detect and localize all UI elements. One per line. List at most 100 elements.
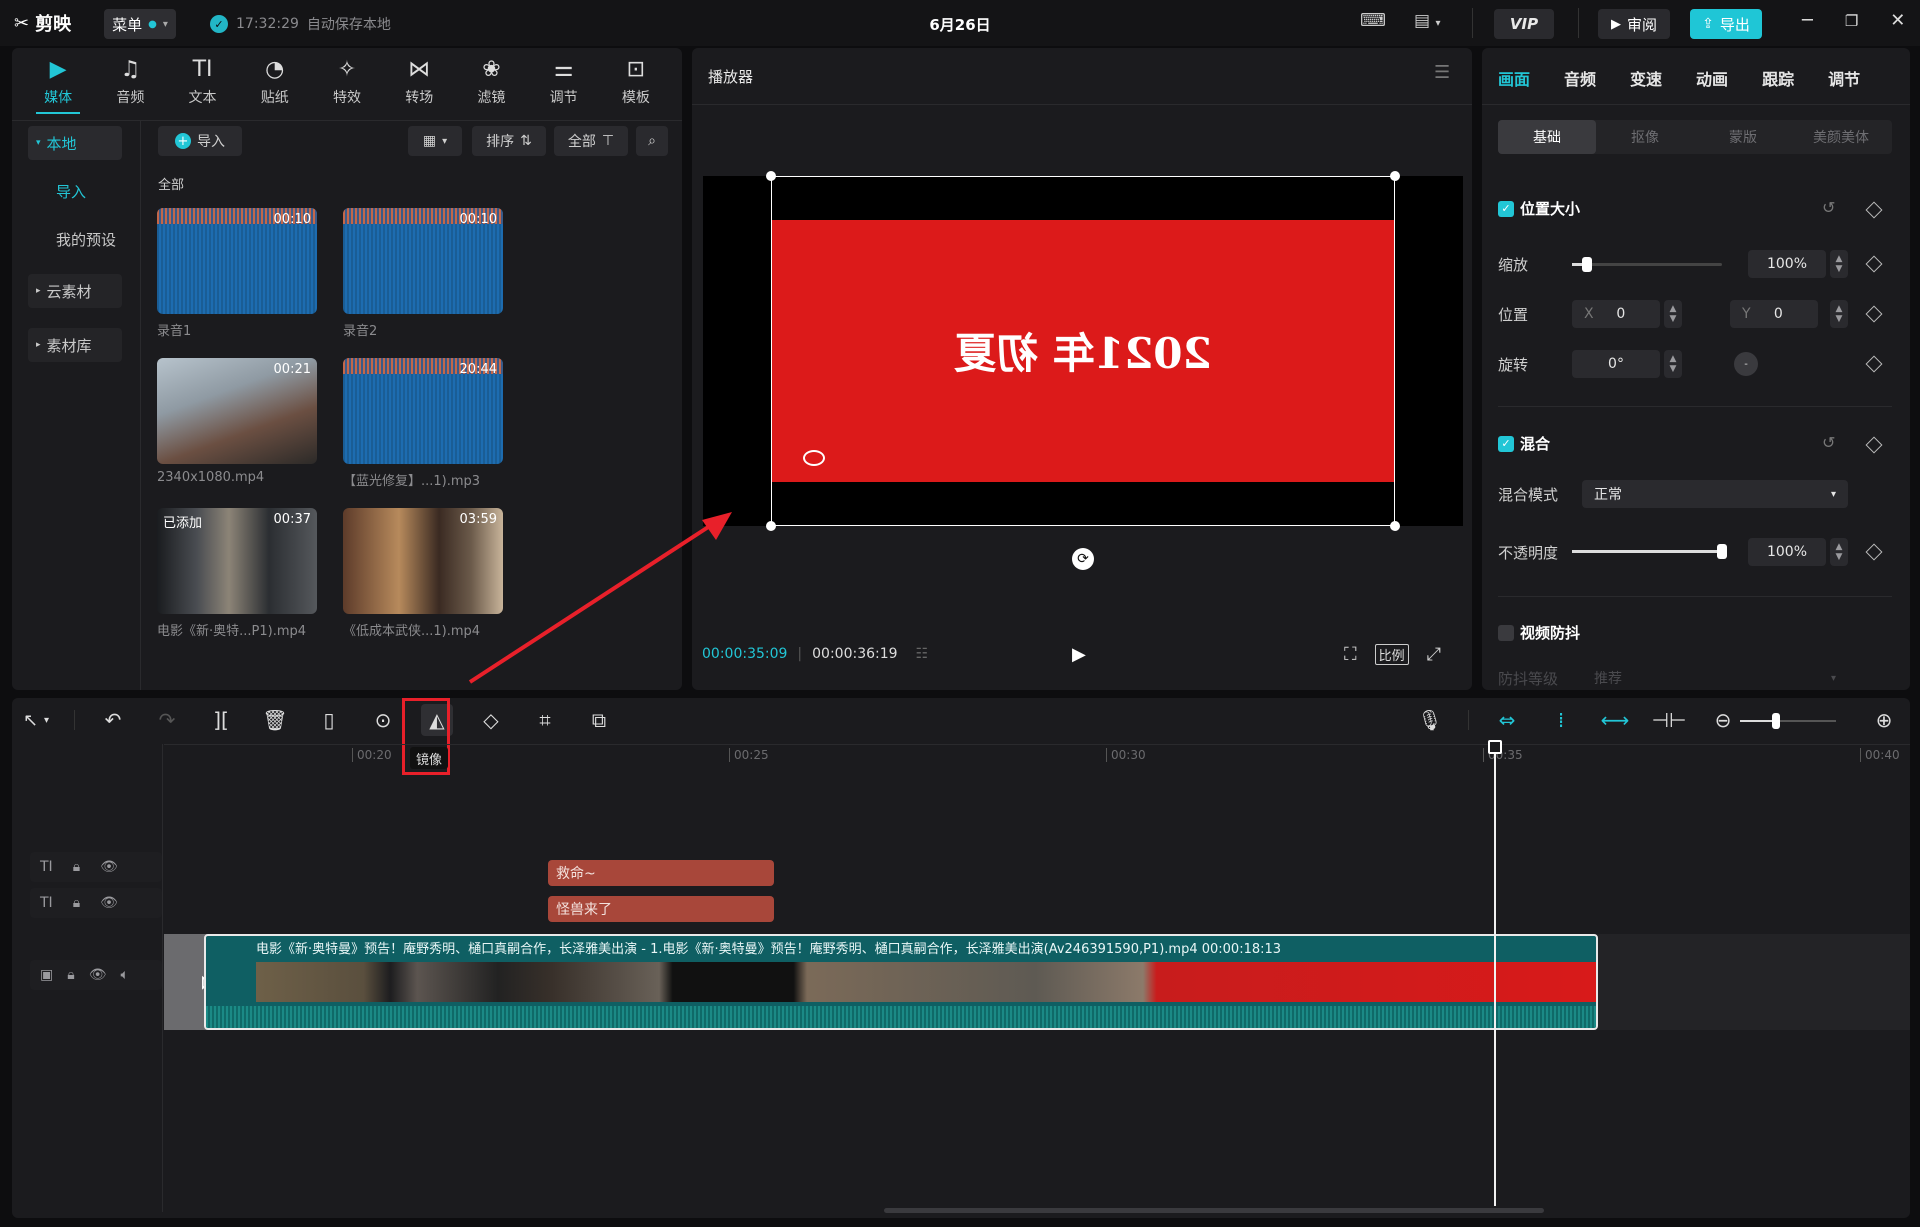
fit-screen-icon[interactable]: ⛶: [1344, 644, 1357, 665]
opacity-slider-knob[interactable]: [1717, 544, 1727, 559]
search-button[interactable]: ⌕: [636, 126, 668, 156]
keyframe-icon[interactable]: [1865, 436, 1883, 454]
lock-icon[interactable]: 🔒︎: [73, 859, 80, 875]
media-item[interactable]: 00:10 录音1: [157, 208, 327, 339]
sub-tab[interactable]: 抠像: [1596, 120, 1694, 154]
text-clip[interactable]: 救命~: [548, 860, 774, 886]
sidebar-item-presets[interactable]: 我的预设: [48, 222, 142, 256]
zoom-out-icon[interactable]: ⊖: [1707, 704, 1739, 736]
horizontal-scrollbar[interactable]: [884, 1208, 1544, 1213]
eye-icon[interactable]: 👁︎: [100, 859, 118, 875]
select-tool-icon[interactable]: ↖ ▾: [20, 704, 52, 736]
scale-slider-knob[interactable]: [1582, 257, 1592, 272]
crop-icon[interactable]: ⌗: [529, 704, 561, 736]
media-item[interactable]: 20:44 【蓝光修复】...1).mp3: [343, 358, 513, 489]
sidebar-item-import[interactable]: 导入: [48, 174, 142, 208]
sort-button[interactable]: 排序 ⇅: [472, 126, 546, 156]
hamburger-icon[interactable]: ☰: [1434, 62, 1450, 83]
preview-axis-icon[interactable]: ⊣⊢: [1652, 704, 1687, 736]
keyframe-icon[interactable]: [1865, 255, 1883, 273]
properties-tab[interactable]: 音频: [1564, 66, 1596, 90]
review-button[interactable]: ▶ 审阅: [1598, 9, 1670, 39]
rotate-stepper[interactable]: ▲ ▼: [1664, 350, 1682, 378]
properties-tab[interactable]: 变速: [1630, 66, 1662, 90]
text-clip[interactable]: 怪兽来了: [548, 896, 774, 922]
ratio-button[interactable]: 比例: [1374, 644, 1409, 665]
smart-crop-icon[interactable]: ⧉: [583, 704, 615, 736]
opacity-input[interactable]: 100%: [1748, 538, 1826, 566]
scale-input[interactable]: 100%: [1748, 250, 1826, 278]
reverse-icon[interactable]: ⊙: [367, 704, 399, 736]
playhead[interactable]: [1494, 742, 1496, 1206]
y-stepper[interactable]: ▲ ▼: [1830, 300, 1848, 328]
microphone-icon[interactable]: 🎙: [1414, 704, 1446, 736]
eye-icon[interactable]: 👁︎: [89, 967, 107, 983]
rotate-dial-icon[interactable]: -: [1734, 352, 1758, 376]
tab-sticker[interactable]: ◔ 贴纸: [239, 50, 311, 116]
timeline-ruler[interactable]: 00:20 00:25 00:30 00:35 00:40: [164, 746, 1910, 766]
sidebar-item-local[interactable]: ▾ 本地: [28, 126, 122, 160]
playhead-handle[interactable]: [1488, 740, 1502, 754]
keyframe-icon[interactable]: [1865, 355, 1883, 373]
rotate-input[interactable]: 0°: [1572, 350, 1660, 378]
fullscreen-icon[interactable]: ⤢: [1427, 644, 1441, 665]
properties-tab[interactable]: 动画: [1696, 66, 1728, 90]
snap-icon[interactable]: ⁞: [1545, 704, 1577, 736]
keyboard-icon[interactable]: ⌨: [1360, 10, 1386, 31]
rotate-handle-icon[interactable]: ⟳: [1072, 548, 1094, 570]
properties-tab[interactable]: 跟踪: [1762, 66, 1794, 90]
sub-tab[interactable]: 基础: [1498, 120, 1596, 154]
sub-tab[interactable]: 美颜美体: [1792, 120, 1890, 154]
menu-button[interactable]: 菜单 ● ▾: [104, 9, 176, 39]
eye-icon[interactable]: 👁︎: [100, 895, 118, 911]
media-item[interactable]: 03:59 《低成本武侠...1).mp4: [343, 508, 513, 639]
reset-icon[interactable]: ↺: [1822, 198, 1835, 217]
video-clip[interactable]: 电影《新·奥特曼》预告！庵野秀明、樋口真嗣合作，长泽雅美出演 - 1.电影《新·…: [204, 934, 1598, 1030]
resize-handle-tr[interactable]: [1390, 171, 1400, 181]
media-item[interactable]: 00:37 已添加 电影《新·奥特...P1).mp4: [157, 508, 327, 639]
scale-stepper[interactable]: ▲ ▼: [1830, 250, 1848, 278]
properties-tab[interactable]: 调节: [1828, 66, 1860, 90]
delete-icon[interactable]: 🗑: [259, 704, 291, 736]
layout-icon[interactable]: ▤ ▾: [1414, 11, 1441, 31]
close-icon[interactable]: ✕: [1890, 10, 1905, 31]
zoom-slider-knob[interactable]: [1772, 713, 1780, 729]
sidebar-item-library[interactable]: ▸ 素材库: [28, 328, 122, 362]
position-x-input[interactable]: X 0: [1572, 300, 1660, 328]
checkbox-checked-icon[interactable]: ✓: [1498, 435, 1514, 452]
reset-icon[interactable]: ↺: [1822, 433, 1835, 452]
filter-button[interactable]: 全部 ⊤: [554, 126, 628, 156]
blend-mode-select[interactable]: 正常 ▾: [1582, 480, 1848, 508]
resize-handle-bl[interactable]: [766, 521, 776, 531]
tab-filter[interactable]: ❀ 滤镜: [455, 50, 527, 116]
minimize-icon[interactable]: ─: [1802, 10, 1813, 31]
preview-canvas[interactable]: 2021年 初夏: [703, 171, 1463, 531]
resize-handle-tl[interactable]: [766, 171, 776, 181]
restore-icon[interactable]: ❐: [1845, 12, 1858, 30]
sub-tab[interactable]: 蒙版: [1694, 120, 1792, 154]
tab-media[interactable]: ▶ 媒体: [22, 50, 94, 116]
scale-slider[interactable]: [1572, 257, 1722, 272]
media-item[interactable]: 00:10 录音2: [343, 208, 513, 339]
tab-template[interactable]: ⊡ 模板: [600, 50, 672, 116]
rotate-icon[interactable]: ◇: [475, 704, 507, 736]
play-icon[interactable]: ▶: [1072, 644, 1086, 665]
tab-audio[interactable]: ♫ 音频: [94, 50, 166, 116]
lock-icon[interactable]: 🔒︎: [67, 967, 74, 983]
position-y-input[interactable]: Y 0: [1730, 300, 1818, 328]
keyframe-icon[interactable]: [1865, 305, 1883, 323]
split-icon[interactable]: ][: [205, 704, 237, 736]
volume-icon[interactable]: 🔈︎: [120, 967, 128, 983]
media-item[interactable]: 00:21 2340x1080.mp4: [157, 358, 327, 485]
tab-effects[interactable]: ✧ 特效: [311, 50, 383, 116]
keyframe-icon[interactable]: [1865, 201, 1883, 219]
freeze-icon[interactable]: ▯: [313, 704, 345, 736]
keyframe-icon[interactable]: [1865, 543, 1883, 561]
properties-tab[interactable]: 画面: [1498, 66, 1530, 90]
link-main-track-icon[interactable]: ⇔: [1491, 704, 1523, 736]
checkbox-unchecked-icon[interactable]: [1498, 624, 1514, 641]
resize-handle-br[interactable]: [1390, 521, 1400, 531]
zoom-slider[interactable]: [1740, 713, 1836, 729]
opacity-stepper[interactable]: ▲ ▼: [1830, 538, 1848, 566]
timecode-list-icon[interactable]: ☷: [916, 646, 929, 662]
